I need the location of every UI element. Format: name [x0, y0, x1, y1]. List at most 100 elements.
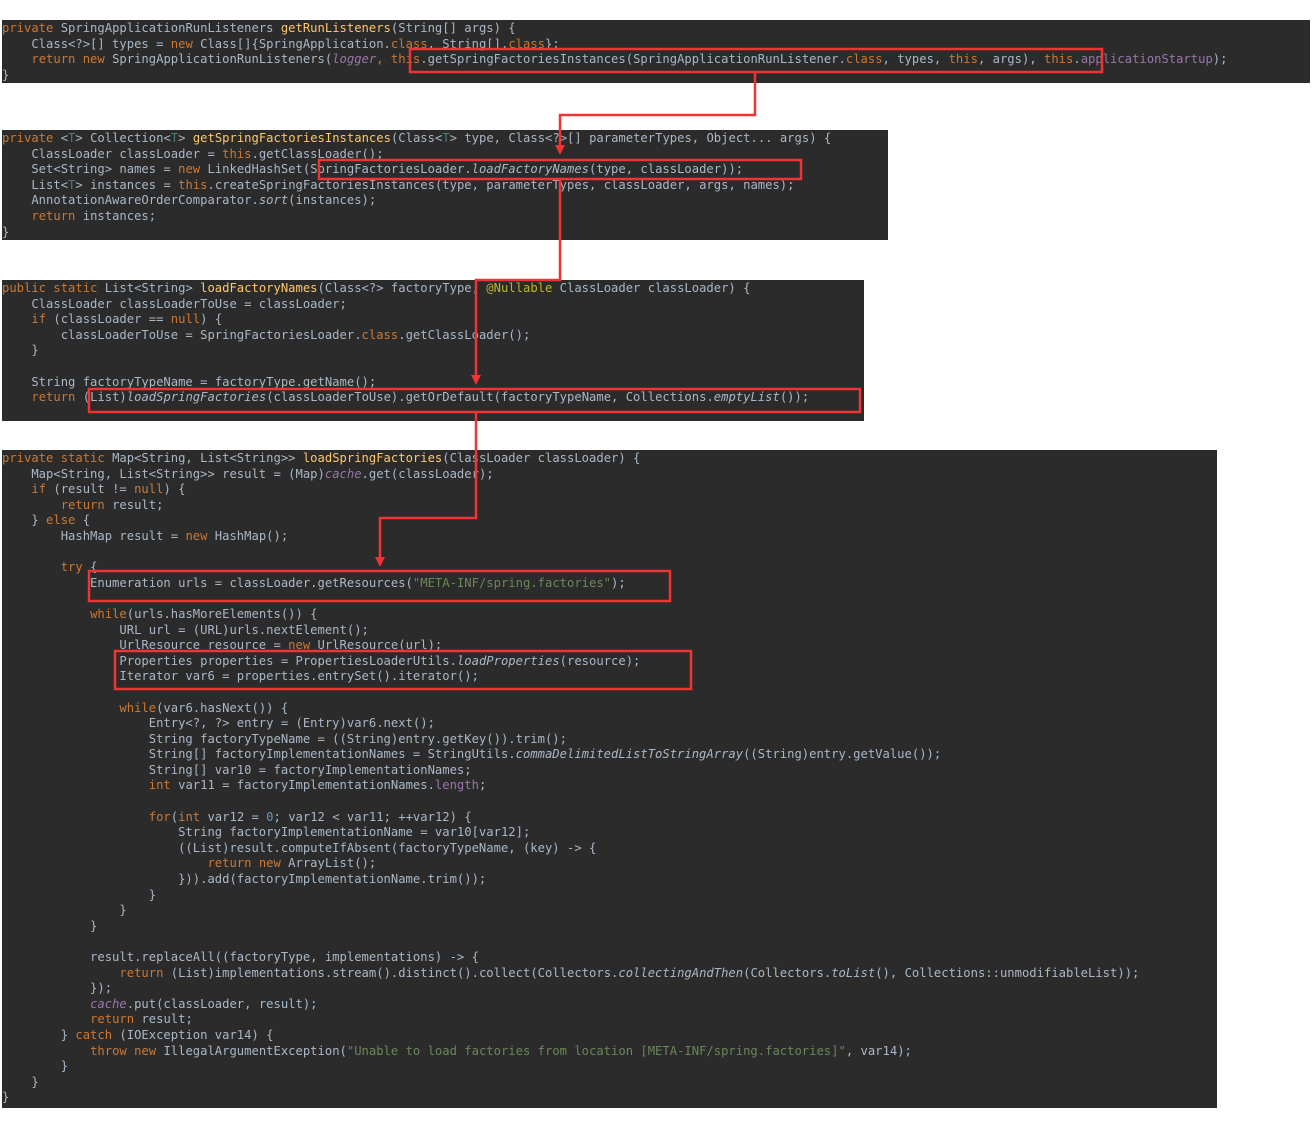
code-line: while(urls.hasMoreElements()) {: [2, 607, 1217, 623]
code-token: if: [31, 312, 54, 327]
code-token: applicationStartup: [1080, 52, 1213, 67]
code-line: String factoryTypeName = factoryType.get…: [2, 375, 864, 391]
code-token: }: [2, 918, 98, 933]
code-token: Class<?>[] types =: [2, 36, 171, 51]
code-token: String[] var10 = factoryImplementationNa…: [2, 762, 472, 777]
code-token: this: [1044, 52, 1074, 67]
code-token: private static: [2, 451, 113, 465]
code-token: Enumeration urls = classLoader.getResour…: [2, 575, 413, 590]
code-line: try {: [2, 560, 1217, 576]
code-token: getSpringFactoriesInstances: [192, 131, 391, 145]
code-token: (resource);: [559, 653, 641, 668]
code-token: try: [60, 560, 91, 575]
code-token: new: [185, 528, 215, 543]
code-token: commaDelimitedListToStringArray: [515, 747, 744, 762]
code-line: }: [2, 225, 888, 241]
code-line: Enumeration urls = classLoader.getResour…: [2, 576, 1217, 592]
code-line: } catch (IOException var14) {: [2, 1028, 1217, 1044]
code-token: {: [82, 513, 91, 528]
code-token: while: [90, 606, 127, 621]
code-line: throw new IllegalArgumentException("Unab…: [2, 1044, 1217, 1060]
code-token: ClassLoader classLoaderToUse = classLoad…: [2, 296, 347, 311]
code-token: Iterator var6 = properties.entrySet().it…: [2, 669, 479, 684]
code-line: result.replaceAll((factoryType, implemen…: [2, 950, 1217, 966]
code-token: }: [2, 1027, 76, 1042]
code-token: ) {: [200, 312, 223, 327]
code-token: URL url = (URL)urls.nextElement();: [2, 622, 369, 637]
code-token: ClassLoader classLoader) {: [559, 281, 751, 295]
code-token: length: [434, 778, 479, 793]
code-line: int var11 = factoryImplementationNames.l…: [2, 778, 1217, 794]
code-token: (urls.hasMoreElements()) {: [126, 606, 318, 621]
code-token: > instances =: [75, 177, 179, 192]
code-token: SpringApplicationRunListeners(: [112, 52, 333, 67]
code-token: (: [170, 809, 179, 824]
code-token: }: [2, 67, 10, 82]
code-token: (var6.hasNext()) {: [156, 700, 289, 715]
code-token: }: [2, 1074, 39, 1089]
code-token: })).add(factoryImplementationName.trim()…: [2, 872, 487, 887]
code-token: , types,: [882, 52, 949, 67]
code-line: }: [2, 343, 864, 359]
code-line: if (result != null) {: [2, 482, 1217, 498]
code-token: this: [222, 146, 252, 161]
code-token: null: [170, 312, 201, 327]
code-line: Set<String> names = new LinkedHashSet(Sp…: [2, 162, 888, 178]
code-token: String factoryTypeName = factoryType.get…: [2, 374, 377, 389]
code-token: }: [2, 513, 47, 528]
code-line: String[] factoryImplementationNames = St…: [2, 747, 1217, 763]
code-token: class: [508, 36, 545, 51]
code-line: }: [2, 1090, 1217, 1106]
code-token: }: [2, 224, 10, 239]
code-token: (Class<?> factoryType,: [317, 281, 487, 295]
code-token: this: [178, 177, 208, 192]
code-token: ; var12 < var11; ++var12) {: [273, 809, 472, 824]
code-line: return new SpringApplicationRunListeners…: [2, 52, 1310, 68]
code-token: <: [60, 131, 69, 145]
code-token: .: [1073, 52, 1081, 67]
code-line: while(var6.hasNext()) {: [2, 701, 1217, 717]
code-token: class: [361, 327, 399, 342]
code-line: private static Map<String, List<String>>…: [2, 451, 1217, 467]
code-token: if: [31, 482, 54, 497]
code-token: new: [170, 36, 201, 51]
code-token: return new: [31, 52, 113, 67]
code-token: ((String)entry.getValue());: [743, 747, 942, 762]
code-token: ClassLoader classLoader =: [2, 146, 223, 161]
code-token: result;: [112, 497, 164, 512]
code-token: int: [148, 778, 179, 793]
code-line: String[] var10 = factoryImplementationNa…: [2, 763, 1217, 779]
code-line: }: [2, 919, 1217, 935]
code-token: );: [611, 575, 626, 590]
code-token: new: [178, 162, 208, 177]
code-token: (List): [82, 390, 127, 405]
code-token: (instances);: [288, 193, 377, 208]
code-token: for: [148, 809, 171, 824]
code-token: class: [390, 36, 428, 51]
code-token: cache: [324, 466, 362, 481]
code-token: .getSpringFactoriesInstances(SpringAppli…: [420, 52, 846, 67]
code-token: T: [442, 131, 450, 145]
code-token: result;: [141, 1012, 193, 1027]
code-line: return instances;: [2, 209, 888, 225]
code-token: (Class<: [390, 131, 443, 145]
code-token: return new: [207, 856, 289, 871]
code-token: null: [134, 482, 164, 497]
code-token: class: [845, 52, 883, 67]
code-token: {: [90, 560, 98, 575]
code-token: .getClassLoader();: [398, 327, 531, 342]
code-line: return result;: [2, 1012, 1217, 1028]
code-token: logger: [332, 52, 377, 67]
code-token: (IOException var14) {: [119, 1027, 274, 1042]
code-line: });: [2, 981, 1217, 997]
code-line: ((List)result.computeIfAbsent(factoryTyp…: [2, 841, 1217, 857]
